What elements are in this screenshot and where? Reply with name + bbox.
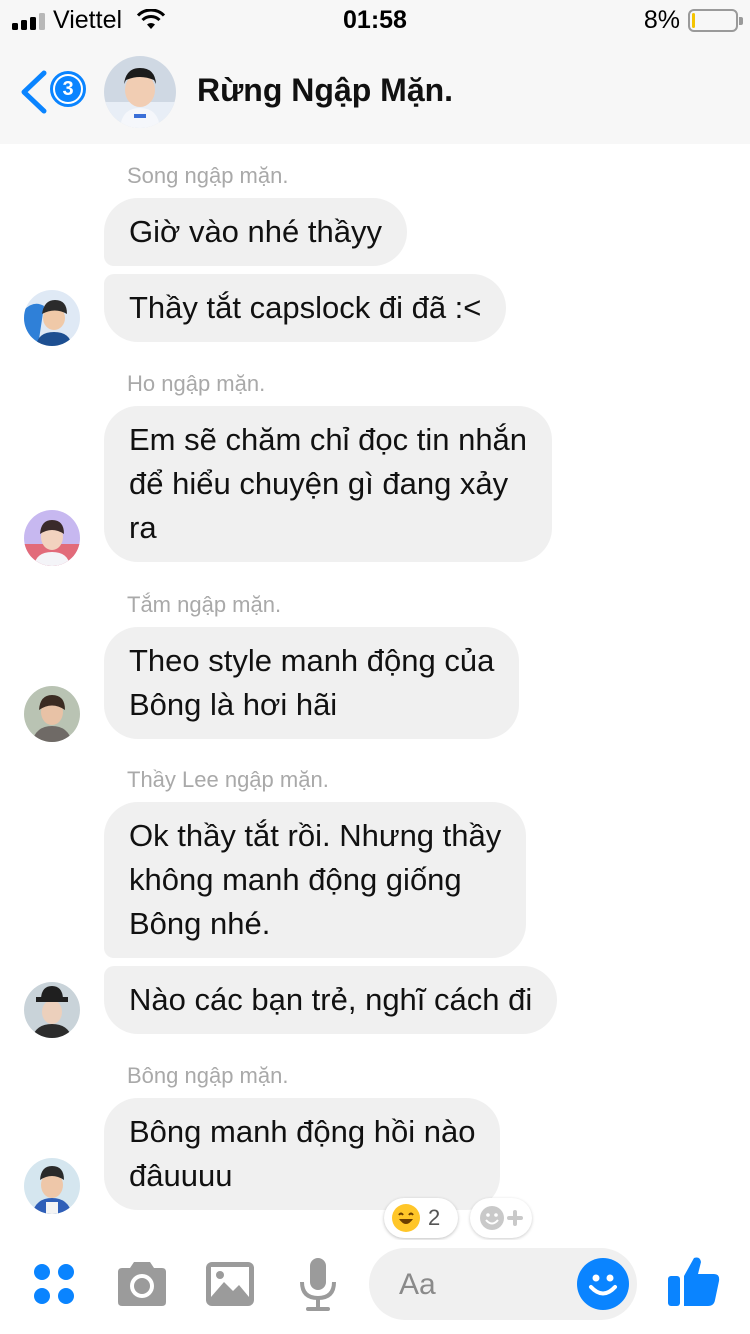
status-bar: Viettel 01:58 8% [0, 0, 750, 40]
add-reaction-button[interactable] [470, 1198, 532, 1238]
avatar-thay-lee[interactable] [24, 982, 80, 1038]
group-avatar-image [104, 56, 176, 128]
battery-percentage: 8% [643, 6, 680, 34]
message-bubble[interactable]: Theo style manh động của Bông là hơi hãi [104, 627, 520, 739]
sender-name: Thầy Lee ngập mặn. [127, 767, 329, 792]
unread-count: 3 [55, 76, 81, 102]
reaction-count: 2 [428, 1205, 441, 1230]
back-button[interactable]: 3 [18, 66, 90, 118]
message-input-placeholder: Aa [399, 1268, 436, 1301]
sender-name: Tắm ngập mặn. [127, 592, 282, 617]
message-bubble[interactable]: Bông manh động hồi nào đâuuuu [104, 1098, 501, 1210]
reaction-pill[interactable]: 2 [384, 1198, 458, 1238]
avatar-tam[interactable] [24, 686, 80, 742]
sender-name: Bông ngập mặn. [127, 1063, 289, 1088]
group-avatar[interactable] [104, 56, 176, 128]
emoji-icon [589, 1274, 617, 1296]
message-bubble[interactable]: Nào các bạn trẻ, nghĩ cách đi [104, 966, 558, 1034]
composer-bar: Aa [0, 1240, 750, 1334]
add-reaction-icon [480, 1206, 523, 1230]
message-bubble[interactable]: Em sẽ chăm chỉ đọc tin nhắn để hiểu chuy… [104, 406, 553, 562]
unread-badge: 3 [50, 71, 86, 107]
thumbs-up-icon[interactable] [664, 1252, 724, 1312]
message-bubble[interactable]: Thầy tắt capslock đi đã :< [104, 274, 507, 342]
chat-title: Rừng Ngập Mặn. [197, 72, 454, 108]
battery-icon [688, 9, 743, 32]
sender-name: Ho ngập mặn. [127, 371, 266, 396]
message-bubble[interactable]: Giờ vào nhé thầyy [104, 198, 407, 266]
camera-icon[interactable] [112, 1254, 172, 1314]
avatar-bong[interactable] [24, 1158, 80, 1214]
battery-level-fill [692, 13, 695, 28]
sender-name: Song ngập mặn. [127, 163, 289, 188]
avatar-song[interactable] [24, 290, 80, 346]
message-bubble[interactable]: Ok thầy tắt rồi. Nhưng thầy không manh đ… [104, 802, 527, 958]
chevron-left-icon [21, 70, 47, 114]
laughing-emoji-icon [392, 1204, 420, 1232]
image-icon[interactable] [200, 1254, 260, 1314]
clock: 01:58 [343, 6, 407, 34]
apps-icon[interactable] [24, 1254, 84, 1314]
emoji-button[interactable] [577, 1258, 629, 1310]
avatar-ho[interactable] [24, 510, 80, 566]
chat-header: 3 Rừng Ngập Mặn. [0, 40, 750, 144]
microphone-icon[interactable] [288, 1254, 348, 1314]
